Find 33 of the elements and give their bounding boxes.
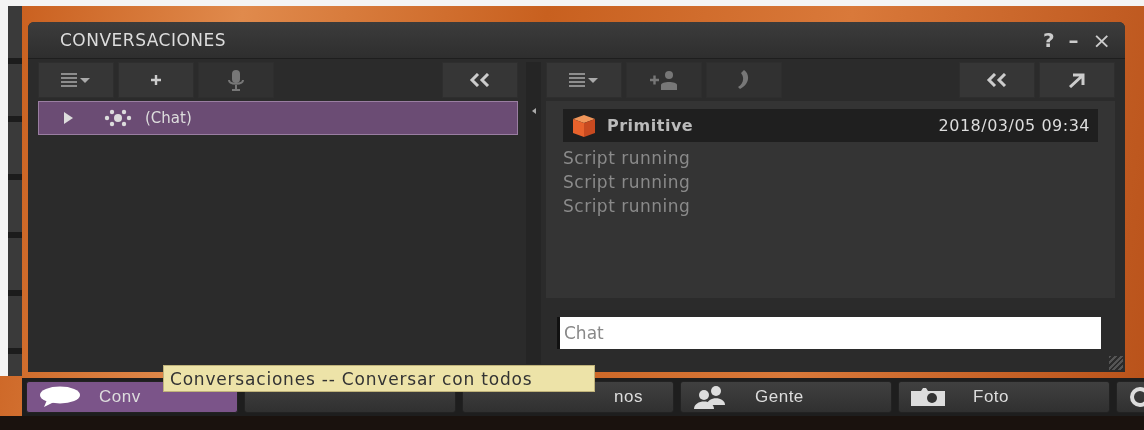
- cube-icon: [571, 112, 597, 139]
- conversation-row[interactable]: (Chat): [38, 101, 518, 135]
- plus-icon: [150, 74, 162, 86]
- minimize-button[interactable]: –: [1064, 27, 1083, 53]
- microphone-icon: [228, 69, 244, 91]
- diagonal-arrow-icon: [1068, 72, 1086, 88]
- add-person-icon: [649, 70, 679, 90]
- people-icon: [693, 385, 727, 409]
- menu-icon: [569, 73, 599, 87]
- nearby-chat-icon: [103, 109, 133, 127]
- double-chevron-icon: [469, 73, 491, 87]
- resize-grip[interactable]: [1109, 356, 1123, 370]
- toolbar-button[interactable]: Gente: [680, 381, 892, 413]
- window-title: CONVERSACIONES: [60, 30, 227, 50]
- expand-arrow-icon[interactable]: [63, 112, 73, 124]
- speech-bubble-icon: [39, 386, 81, 408]
- toolbar-button[interactable]: [442, 62, 518, 98]
- tooltip: Conversaciones -- Conversar con todos: [163, 365, 595, 392]
- timestamp: 2018/03/05 09:34: [938, 116, 1090, 135]
- message-text: Script running: [563, 195, 692, 218]
- double-chevron-icon: [986, 73, 1008, 87]
- splitter-handle[interactable]: [526, 62, 541, 364]
- message-text: Script running: [563, 171, 692, 194]
- help-button[interactable]: ?: [1038, 27, 1059, 53]
- message-text: Script running: [563, 147, 692, 170]
- toolbar-button[interactable]: Foto: [898, 381, 1110, 413]
- sender-name: Primitive: [607, 116, 694, 135]
- menu-icon: [61, 73, 91, 87]
- camera-icon: [911, 388, 945, 406]
- toolbar-button[interactable]: [959, 62, 1035, 98]
- toolbar-button[interactable]: [1039, 62, 1115, 98]
- close-button[interactable]: ×: [1088, 27, 1115, 53]
- chat-input[interactable]: Chat: [557, 317, 1101, 349]
